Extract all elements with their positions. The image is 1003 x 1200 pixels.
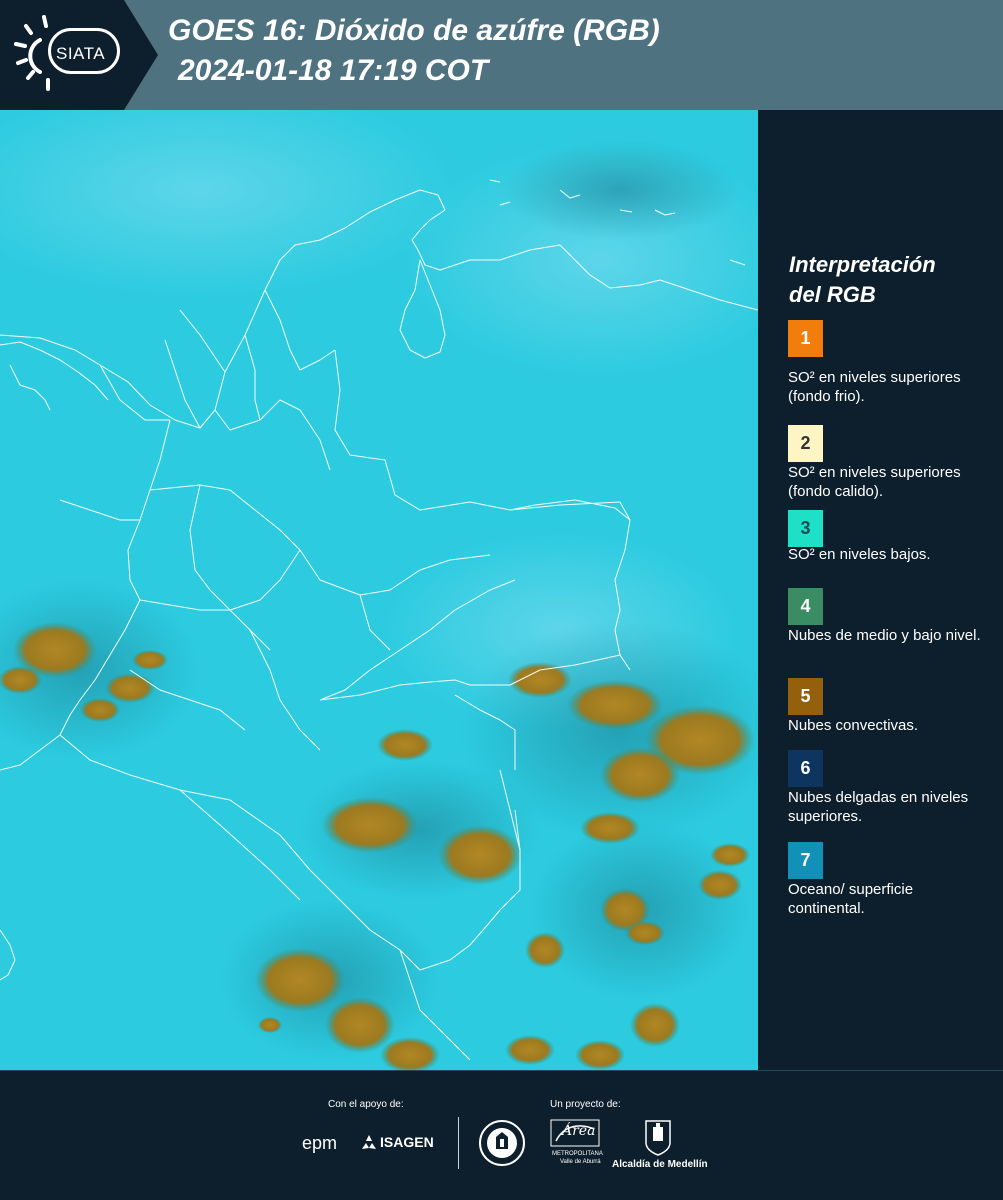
legend-swatch: 5: [788, 678, 823, 715]
legend-label: SO² en niveles superiores (fondo calido)…: [788, 464, 961, 500]
epm-logo: epm: [302, 1133, 338, 1153]
legend-swatch: 6: [788, 750, 823, 787]
satellite-map: [0, 110, 758, 1070]
legend-label: Nubes convectivas.: [788, 717, 919, 734]
legend-title-line1: Interpretación: [789, 252, 936, 277]
legend-swatch: 4: [788, 588, 823, 625]
area-sub1: METROPOLITANA: [552, 1151, 603, 1157]
isagen-logo: ISAGEN: [380, 1134, 434, 1150]
alcaldia-seal-icon: [645, 1120, 671, 1156]
support-label: Con el apoyo de:: [328, 1099, 404, 1110]
legend-label: SO² en niveles bajos.: [788, 546, 931, 563]
project-label: Un proyecto de:: [550, 1099, 621, 1110]
legend-title-line2: del RGB: [789, 282, 876, 307]
legend-swatch: 3: [788, 510, 823, 547]
medellin-seal-icon: [479, 1120, 525, 1166]
legend-label: SO² en niveles superiores (fondo frio).: [788, 369, 961, 405]
area-sub2: Valle de Aburrá: [560, 1159, 601, 1165]
page-title: GOES 16: Dióxido de azúfre (RGB): [168, 14, 660, 47]
siata-logo: SIATA: [0, 0, 158, 110]
legend-swatch: 1: [788, 320, 823, 357]
header-band: SIATA GOES 16: Dióxido de azúfre (RGB) 2…: [0, 0, 1003, 110]
logo-text: SIATA: [56, 44, 106, 63]
legend-title: Interpretación del RGB: [789, 250, 989, 310]
footer-divider: [458, 1117, 459, 1169]
area-logo-text: Área: [562, 1123, 596, 1139]
legend-swatch: 2: [788, 425, 823, 462]
page-timestamp: 2024-01-18 17:19 COT: [178, 54, 489, 87]
legend-swatch: 7: [788, 842, 823, 879]
legend-label: Oceano/ superficie continental.: [788, 881, 914, 917]
legend-label: Nubes de medio y bajo nivel.: [788, 627, 981, 644]
footer: Con el apoyo de: Un proyecto de: epm ISA…: [0, 1070, 1003, 1200]
legend-label: Nubes delgadas en niveles superiores.: [788, 789, 969, 825]
isagen-logo-icon: [362, 1135, 376, 1149]
legend-panel: Interpretación del RGB 1 SO² en niveles s…: [758, 110, 1003, 1070]
alcaldia-text: Alcaldía de Medellín: [612, 1159, 708, 1170]
